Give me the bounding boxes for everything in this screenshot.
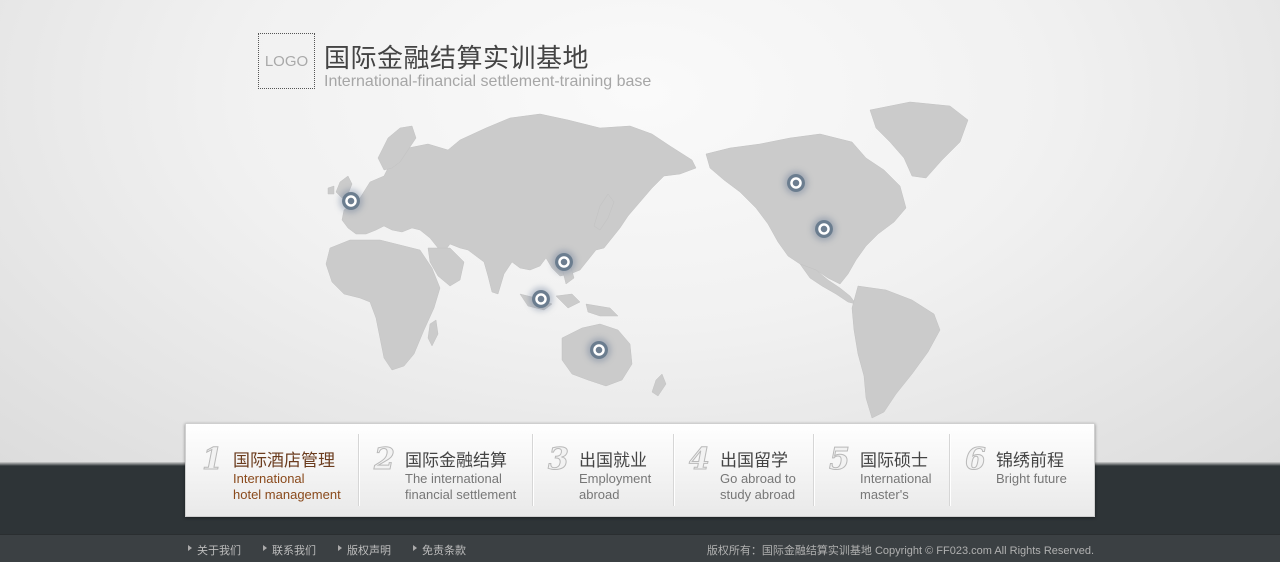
site-title: 国际金融结算实训基地 xyxy=(324,44,590,74)
menu-subtitle-line2: financial settlement xyxy=(405,487,517,502)
menu-title: 国际金融结算 xyxy=(405,451,507,471)
menu-number: 5 xyxy=(829,442,851,478)
footer-link-disclaimer[interactable]: 免责条款 xyxy=(413,542,466,558)
footer-link-label: 版权声明 xyxy=(347,545,391,557)
map-indonesia xyxy=(519,263,619,317)
location-pin-canada[interactable] xyxy=(787,174,805,192)
footer: 关于我们 联系我们 版权声明 免责条款 版权所有：国际金融结算实训基地 Copy… xyxy=(0,534,1280,562)
footer-link-label: 免责条款 xyxy=(422,545,466,557)
bullet-icon xyxy=(188,545,192,551)
menu-item-study-abroad[interactable]: 4 出国留学 Go abroad to study abroad xyxy=(673,424,813,516)
footer-links: 关于我们 联系我们 版权声明 免责条款 xyxy=(188,542,488,558)
copyright-text: 版权所有：国际金融结算实训基地 Copyright © FF023.com Al… xyxy=(706,545,1094,557)
bullet-icon xyxy=(413,545,417,551)
menu-subtitle: The international financial settlement xyxy=(405,471,516,503)
footer-link-label: 关于我们 xyxy=(197,545,241,557)
logo[interactable]: LOGO xyxy=(258,33,315,89)
menu-item-employment-abroad[interactable]: 3 出国就业 Employment abroad xyxy=(532,424,673,516)
logo-text: LOGO xyxy=(264,52,309,70)
menu-subtitle-line1: Bright future xyxy=(996,471,1067,486)
map-madagascar xyxy=(427,319,439,347)
menu-item-bright-future[interactable]: 6 锦绣前程 Bright future xyxy=(949,424,1094,516)
menu-subtitle-line2: master's xyxy=(860,487,909,502)
menu-title: 锦绣前程 xyxy=(996,451,1064,471)
menu-number: 3 xyxy=(548,442,570,478)
location-pin-europe[interactable] xyxy=(342,192,360,210)
location-pin-australia[interactable] xyxy=(590,341,608,359)
menu-number: 2 xyxy=(374,442,396,478)
map-africa xyxy=(325,239,441,371)
menu-subtitle: Bright future xyxy=(996,471,1067,487)
bullet-icon xyxy=(263,545,267,551)
menu-subtitle-line1: Employment xyxy=(579,471,652,486)
footer-link-about[interactable]: 关于我们 xyxy=(188,542,241,558)
footer-link-contact[interactable]: 联系我们 xyxy=(263,542,316,558)
menu-number: 4 xyxy=(689,442,711,478)
map-north-america xyxy=(705,133,907,285)
menu-title: 国际酒店管理 xyxy=(233,451,335,471)
map-south-america xyxy=(851,285,941,419)
main-menu: 1 国际酒店管理 International hotel management … xyxy=(185,423,1095,517)
footer-link-copyright[interactable]: 版权声明 xyxy=(338,542,391,558)
menu-subtitle: Employment abroad xyxy=(579,471,651,503)
menu-subtitle-line1: International xyxy=(233,471,305,486)
menu-title: 出国就业 xyxy=(579,451,647,471)
menu-title: 出国留学 xyxy=(720,451,788,471)
menu-subtitle-line1: The international xyxy=(405,471,502,486)
world-map xyxy=(325,101,969,419)
bullet-icon xyxy=(338,545,342,551)
menu-subtitle: Go abroad to study abroad xyxy=(720,471,796,503)
menu-subtitle: International hotel management xyxy=(233,471,341,503)
menu-subtitle: International master's xyxy=(860,471,932,503)
menu-subtitle-line2: study abroad xyxy=(720,487,796,502)
location-pin-east-asia[interactable] xyxy=(555,253,573,271)
site-subtitle: International-financial settlement-train… xyxy=(324,73,652,90)
menu-subtitle-line2: abroad xyxy=(579,487,620,502)
menu-subtitle-line1: Go abroad to xyxy=(720,471,796,486)
map-greenland xyxy=(869,101,969,179)
menu-subtitle-line2: hotel management xyxy=(233,487,341,502)
menu-item-financial-settlement[interactable]: 2 国际金融结算 The international financial set… xyxy=(358,424,532,516)
map-new-zealand xyxy=(651,373,667,397)
menu-subtitle-line1: International xyxy=(860,471,932,486)
location-pin-usa[interactable] xyxy=(815,220,833,238)
footer-link-label: 联系我们 xyxy=(272,545,316,557)
menu-number: 1 xyxy=(202,442,224,478)
menu-item-hotel-management[interactable]: 1 国际酒店管理 International hotel management xyxy=(186,424,358,516)
menu-item-international-masters[interactable]: 5 国际硕士 International master's xyxy=(813,424,949,516)
location-pin-southeast-asia[interactable] xyxy=(532,290,550,308)
menu-number: 6 xyxy=(965,442,987,478)
menu-title: 国际硕士 xyxy=(860,451,928,471)
